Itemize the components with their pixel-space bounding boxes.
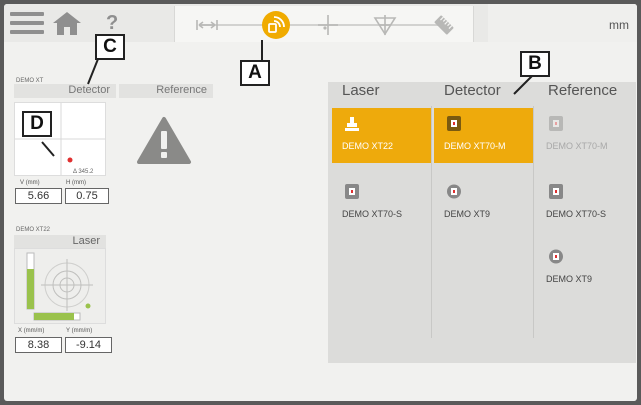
callout-a: A	[240, 60, 270, 86]
callout-d: D	[22, 111, 52, 137]
callout-b: B	[520, 51, 550, 77]
app-screen: ? mm DEMO XT Detector Reference Δ 345.2 …	[4, 4, 637, 401]
callout-c: C	[95, 34, 125, 60]
